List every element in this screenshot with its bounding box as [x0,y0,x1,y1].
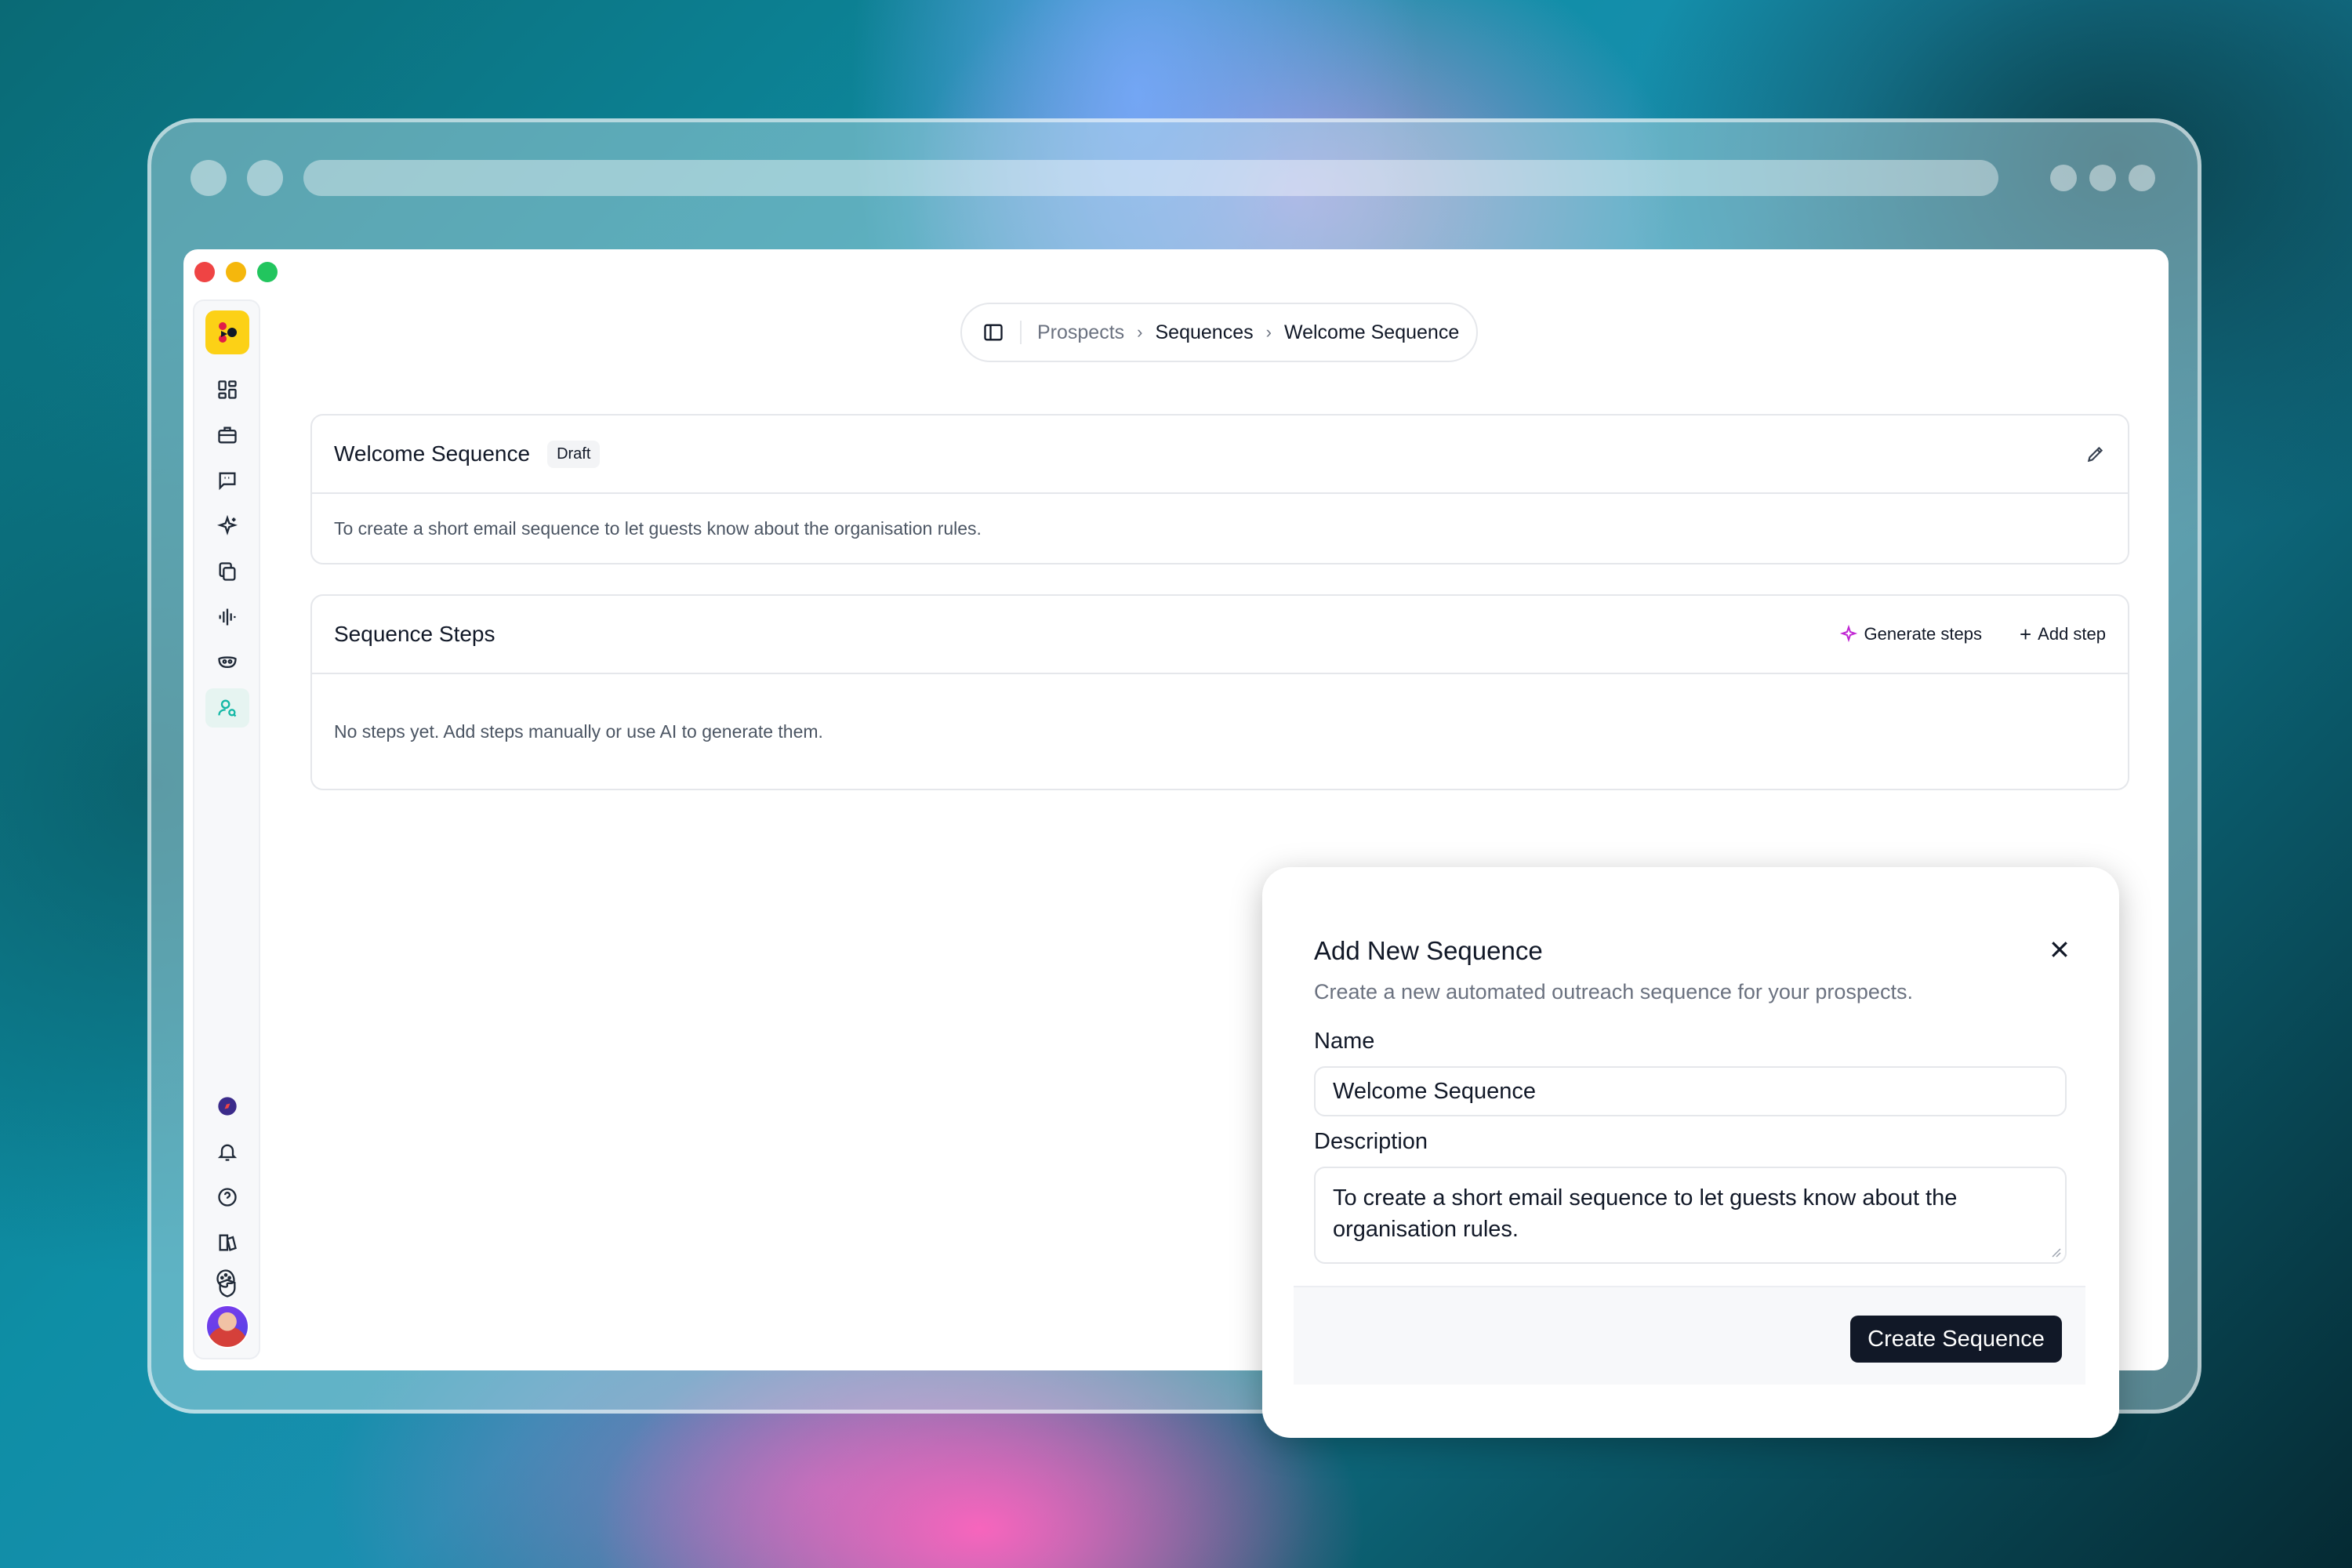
briefcase-icon[interactable] [205,416,249,455]
frame-mini-dot [2129,165,2155,191]
sequence-card: Welcome Sequence Draft To create a short… [310,414,2129,564]
dialog-title: Add New Sequence [1314,936,1543,965]
sequence-card-body: To create a short email sequence to let … [312,494,2128,563]
breadcrumb-sequences[interactable]: Sequences [1156,321,1254,344]
frame-dot [191,160,227,196]
window-close-button[interactable] [194,262,215,282]
mask-icon[interactable] [205,643,249,682]
close-icon[interactable] [2048,938,2071,961]
chevron-right-icon: › [1265,322,1272,342]
name-label: Name [1314,1029,1375,1054]
breadcrumb-divider [1020,321,1022,344]
edit-icon[interactable] [2085,444,2106,464]
bell-icon[interactable] [205,1132,249,1171]
sequence-title: Welcome Sequence [334,441,531,466]
dialog-subtitle: Create a new automated outreach sequence… [1314,980,1913,1004]
sequence-description: To create a short email sequence to let … [334,517,982,539]
steps-card-header: Sequence Steps Generate steps + Add step [312,596,2128,674]
name-field[interactable] [1314,1066,2067,1116]
window-maximize-button[interactable] [257,262,278,282]
palette-icon[interactable] [204,1259,248,1298]
chevron-right-icon: › [1137,322,1143,342]
window-minimize-button[interactable] [226,262,246,282]
waveform-icon[interactable] [205,597,249,637]
breadcrumb: Prospects › Sequences › Welcome Sequence [960,303,1478,362]
description-label: Description [1314,1129,1428,1154]
plus-icon: + [2019,622,2032,646]
sidebar-toggle-icon[interactable] [982,321,1004,343]
breadcrumb-prospects[interactable]: Prospects [1037,321,1124,344]
book-icon[interactable] [205,1223,249,1262]
steps-empty-state: No steps yet. Add steps manually or use … [312,674,2128,789]
sparkles-icon[interactable] [205,506,249,546]
steps-card: Sequence Steps Generate steps + Add step… [310,594,2129,790]
steps-title: Sequence Steps [334,622,495,646]
description-field[interactable]: To create a short email sequence to let … [1314,1167,2067,1264]
resize-handle-icon[interactable] [2049,1246,2062,1258]
dialog-footer: Create Sequence [1294,1286,2085,1385]
frame-address-bar [303,160,1998,196]
add-step-button[interactable]: + Add step [2020,622,2106,647]
status-badge: Draft [547,440,601,468]
add-step-label: Add step [2038,624,2106,644]
copy-icon[interactable] [205,552,249,591]
frame-dot [247,160,283,196]
chat-icon[interactable] [205,461,249,500]
breadcrumb-current: Welcome Sequence [1283,321,1460,343]
add-sequence-dialog: Add New Sequence Create a new automated … [1262,867,2119,1438]
logo-icon [219,322,237,343]
sequence-card-header: Welcome Sequence Draft [312,416,2128,494]
app-logo[interactable] [205,310,249,354]
steps-actions: Generate steps + Add step [1839,622,2106,647]
steps-empty-text: No steps yet. Add steps manually or use … [334,720,823,742]
sparkles-icon [1839,625,1857,643]
create-sequence-button[interactable]: Create Sequence [1850,1316,2062,1363]
avatar[interactable] [205,1305,249,1348]
generate-steps-label: Generate steps [1864,624,1982,644]
prospects-icon[interactable] [205,688,249,728]
compass-icon[interactable] [205,1087,249,1126]
dashboard-icon[interactable] [205,370,249,409]
sidebar [193,299,260,1359]
frame-mini-dot [2089,165,2116,191]
generate-steps-button[interactable]: Generate steps [1839,624,1982,644]
help-icon[interactable] [205,1178,249,1217]
frame-mini-dot [2050,165,2077,191]
